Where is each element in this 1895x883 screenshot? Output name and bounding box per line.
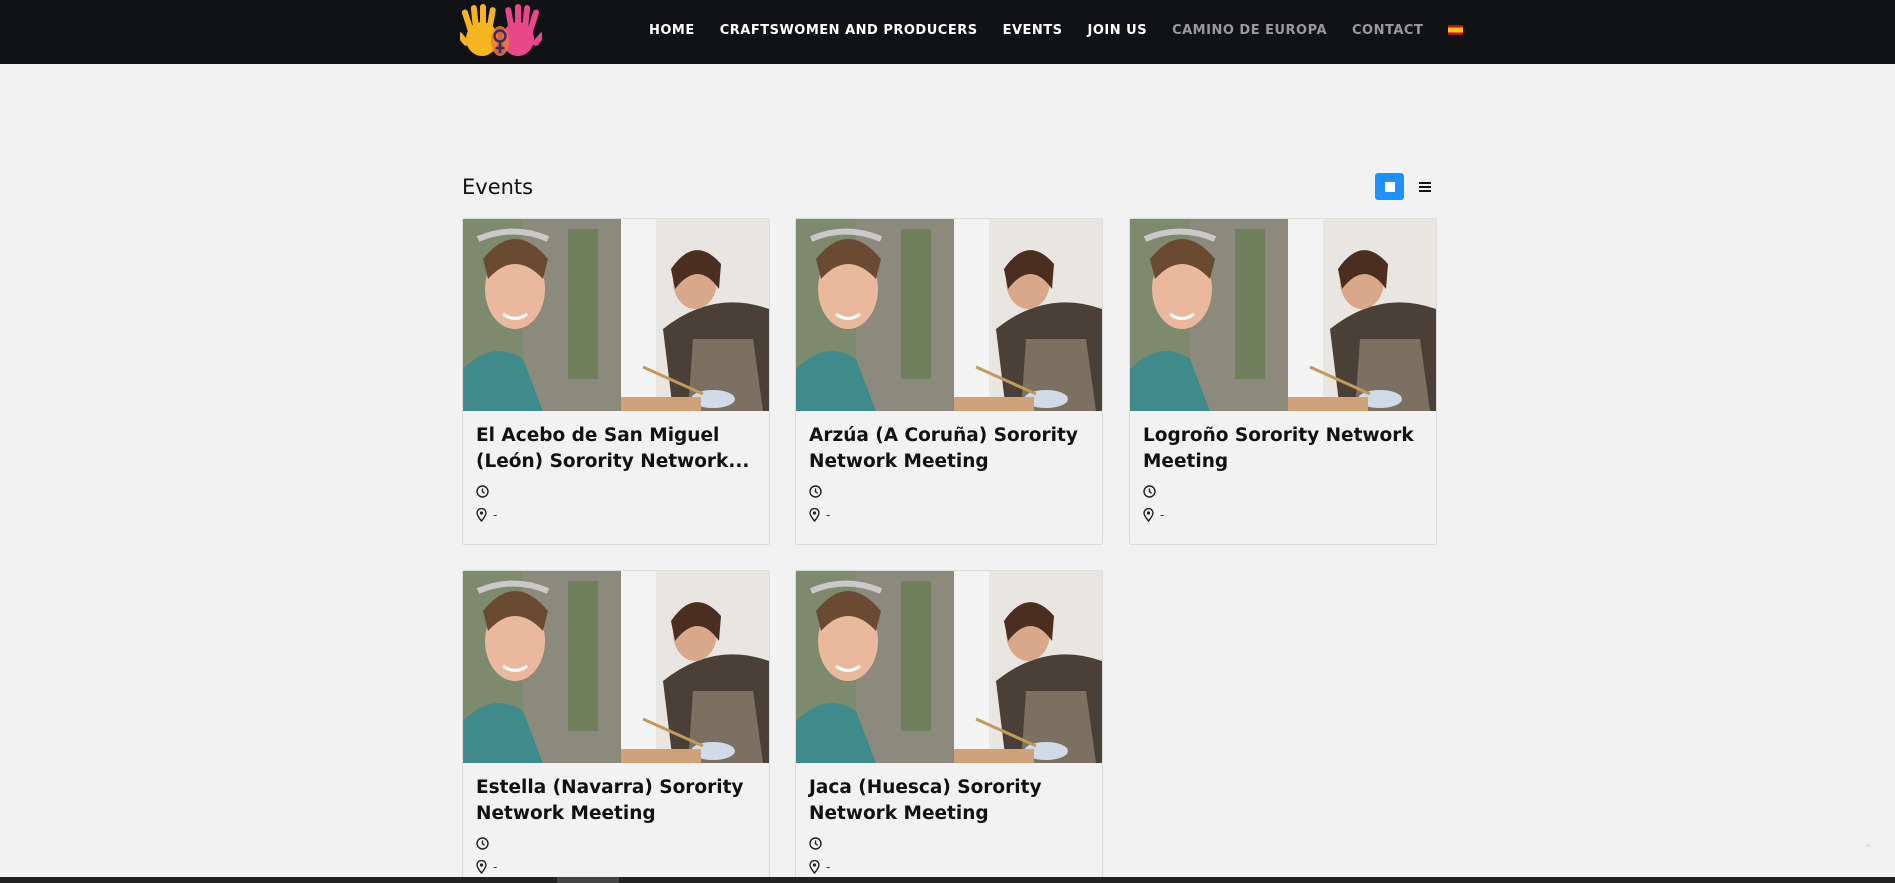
event-card[interactable]: Jaca (Huesca) Sorority Network Meeting - (795, 570, 1103, 883)
event-time (809, 837, 828, 850)
event-location-text: - (826, 860, 831, 874)
event-time (809, 485, 828, 498)
grid-view-icon (1384, 181, 1395, 192)
event-location: - (809, 860, 830, 874)
map-pin-icon (476, 860, 487, 874)
map-pin-icon (809, 860, 820, 874)
clock-icon (809, 485, 822, 498)
list-view-button[interactable] (1410, 173, 1439, 200)
page-title: Events (462, 175, 534, 199)
event-location: - (809, 508, 830, 522)
event-location-text: - (493, 508, 498, 522)
map-pin-icon (1143, 508, 1154, 522)
event-photo (796, 571, 1102, 763)
event-location-text: - (1160, 508, 1165, 522)
nav-home[interactable]: HOME (649, 23, 695, 38)
nav-craftswomen-and-producers[interactable]: CRAFTSWOMEN AND PRODUCERS (720, 23, 978, 38)
nav-contact[interactable]: CONTACT (1352, 23, 1423, 38)
event-location: - (476, 508, 497, 522)
clock-icon (476, 485, 489, 498)
nav-camino-de-europa[interactable]: CAMINO DE EUROPA (1172, 23, 1327, 38)
event-card[interactable]: Estella (Navarra) Sorority Network Meeti… (462, 570, 770, 883)
main-nav: HOME CRAFTSWOMEN AND PRODUCERS EVENTS JO… (649, 0, 1464, 60)
event-photo (463, 571, 769, 763)
clock-icon (476, 837, 489, 850)
clock-icon (809, 837, 822, 850)
spain-flag-icon[interactable] (1448, 25, 1464, 35)
map-pin-icon (476, 508, 487, 522)
event-card[interactable]: Arzúa (A Coruña) Sorority Network Meetin… (795, 218, 1103, 545)
event-title[interactable]: Estella (Navarra) Sorority Network Meeti… (476, 775, 756, 827)
event-photo (796, 219, 1102, 411)
bottom-bar (0, 877, 1895, 883)
event-time (1143, 485, 1162, 498)
event-time (476, 837, 495, 850)
event-location: - (476, 860, 497, 874)
clock-icon (1143, 485, 1156, 498)
event-title[interactable]: Arzúa (A Coruña) Sorority Network Meetin… (809, 423, 1089, 475)
event-title[interactable]: El Acebo de San Miguel (León) Sorority N… (476, 423, 756, 475)
hands-logo[interactable] (460, 3, 542, 61)
scroll-to-top-icon[interactable]: ⌃ (1864, 842, 1878, 856)
list-view-icon (1418, 181, 1431, 192)
event-time (476, 485, 495, 498)
event-card[interactable]: Logroño Sorority Network Meeting - (1129, 218, 1437, 545)
nav-events[interactable]: EVENTS (1003, 23, 1063, 38)
event-location-text: - (826, 508, 831, 522)
grid-view-button[interactable] (1375, 173, 1404, 200)
event-title[interactable]: Jaca (Huesca) Sorority Network Meeting (809, 775, 1089, 827)
top-navbar: HOME CRAFTSWOMEN AND PRODUCERS EVENTS JO… (0, 0, 1895, 64)
nav-join-us[interactable]: JOIN US (1088, 23, 1148, 38)
event-title[interactable]: Logroño Sorority Network Meeting (1143, 423, 1423, 475)
map-pin-icon (809, 508, 820, 522)
event-card[interactable]: El Acebo de San Miguel (León) Sorority N… (462, 218, 770, 545)
event-photo (1130, 219, 1436, 411)
view-toggle (1375, 173, 1439, 200)
event-location: - (1143, 508, 1164, 522)
event-photo (463, 219, 769, 411)
event-location-text: - (493, 860, 498, 874)
